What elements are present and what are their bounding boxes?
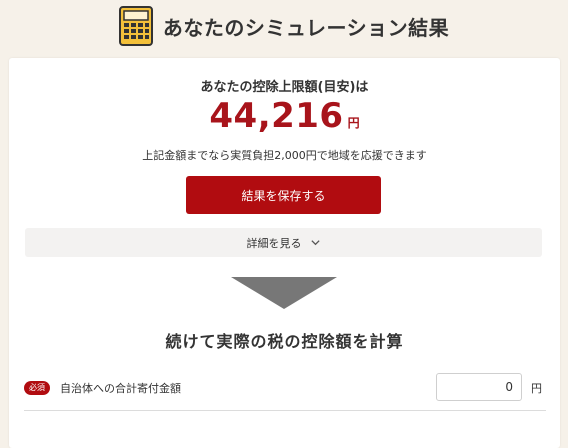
donation-amount-input[interactable]	[436, 373, 522, 401]
chevron-down-icon	[310, 240, 320, 246]
details-label: 詳細を見る	[246, 236, 302, 250]
limit-label: あなたの控除上限額(目安)は	[200, 80, 369, 95]
limit-note: 上記金額までなら実質負担2,000円で地域を応援できます	[142, 149, 427, 162]
donation-field-label: 自治体への合計寄付金額	[60, 382, 181, 395]
donation-field-row: 必須 自治体への合計寄付金額 円	[24, 371, 546, 405]
details-toggle[interactable]: 詳細を見る	[25, 228, 542, 257]
save-result-button[interactable]: 結果を保存する	[186, 176, 381, 214]
down-arrow-icon	[231, 277, 337, 309]
required-badge: 必須	[24, 381, 50, 395]
page-title: あなたのシミュレーション結果	[162, 15, 450, 40]
divider	[24, 410, 546, 411]
limit-amount: 44,216	[209, 96, 344, 136]
amount-row: 44,216 円	[9, 96, 560, 136]
donation-unit: 円	[531, 382, 542, 395]
calculator-icon	[118, 6, 153, 46]
section-title: 続けて実際の税の控除額を計算	[165, 332, 404, 351]
page-header: あなたのシミュレーション結果	[0, 0, 568, 52]
result-card: あなたの控除上限額(目安)は 44,216 円 上記金額までなら実質負担2,000…	[9, 58, 560, 448]
amount-unit: 円	[347, 116, 360, 130]
